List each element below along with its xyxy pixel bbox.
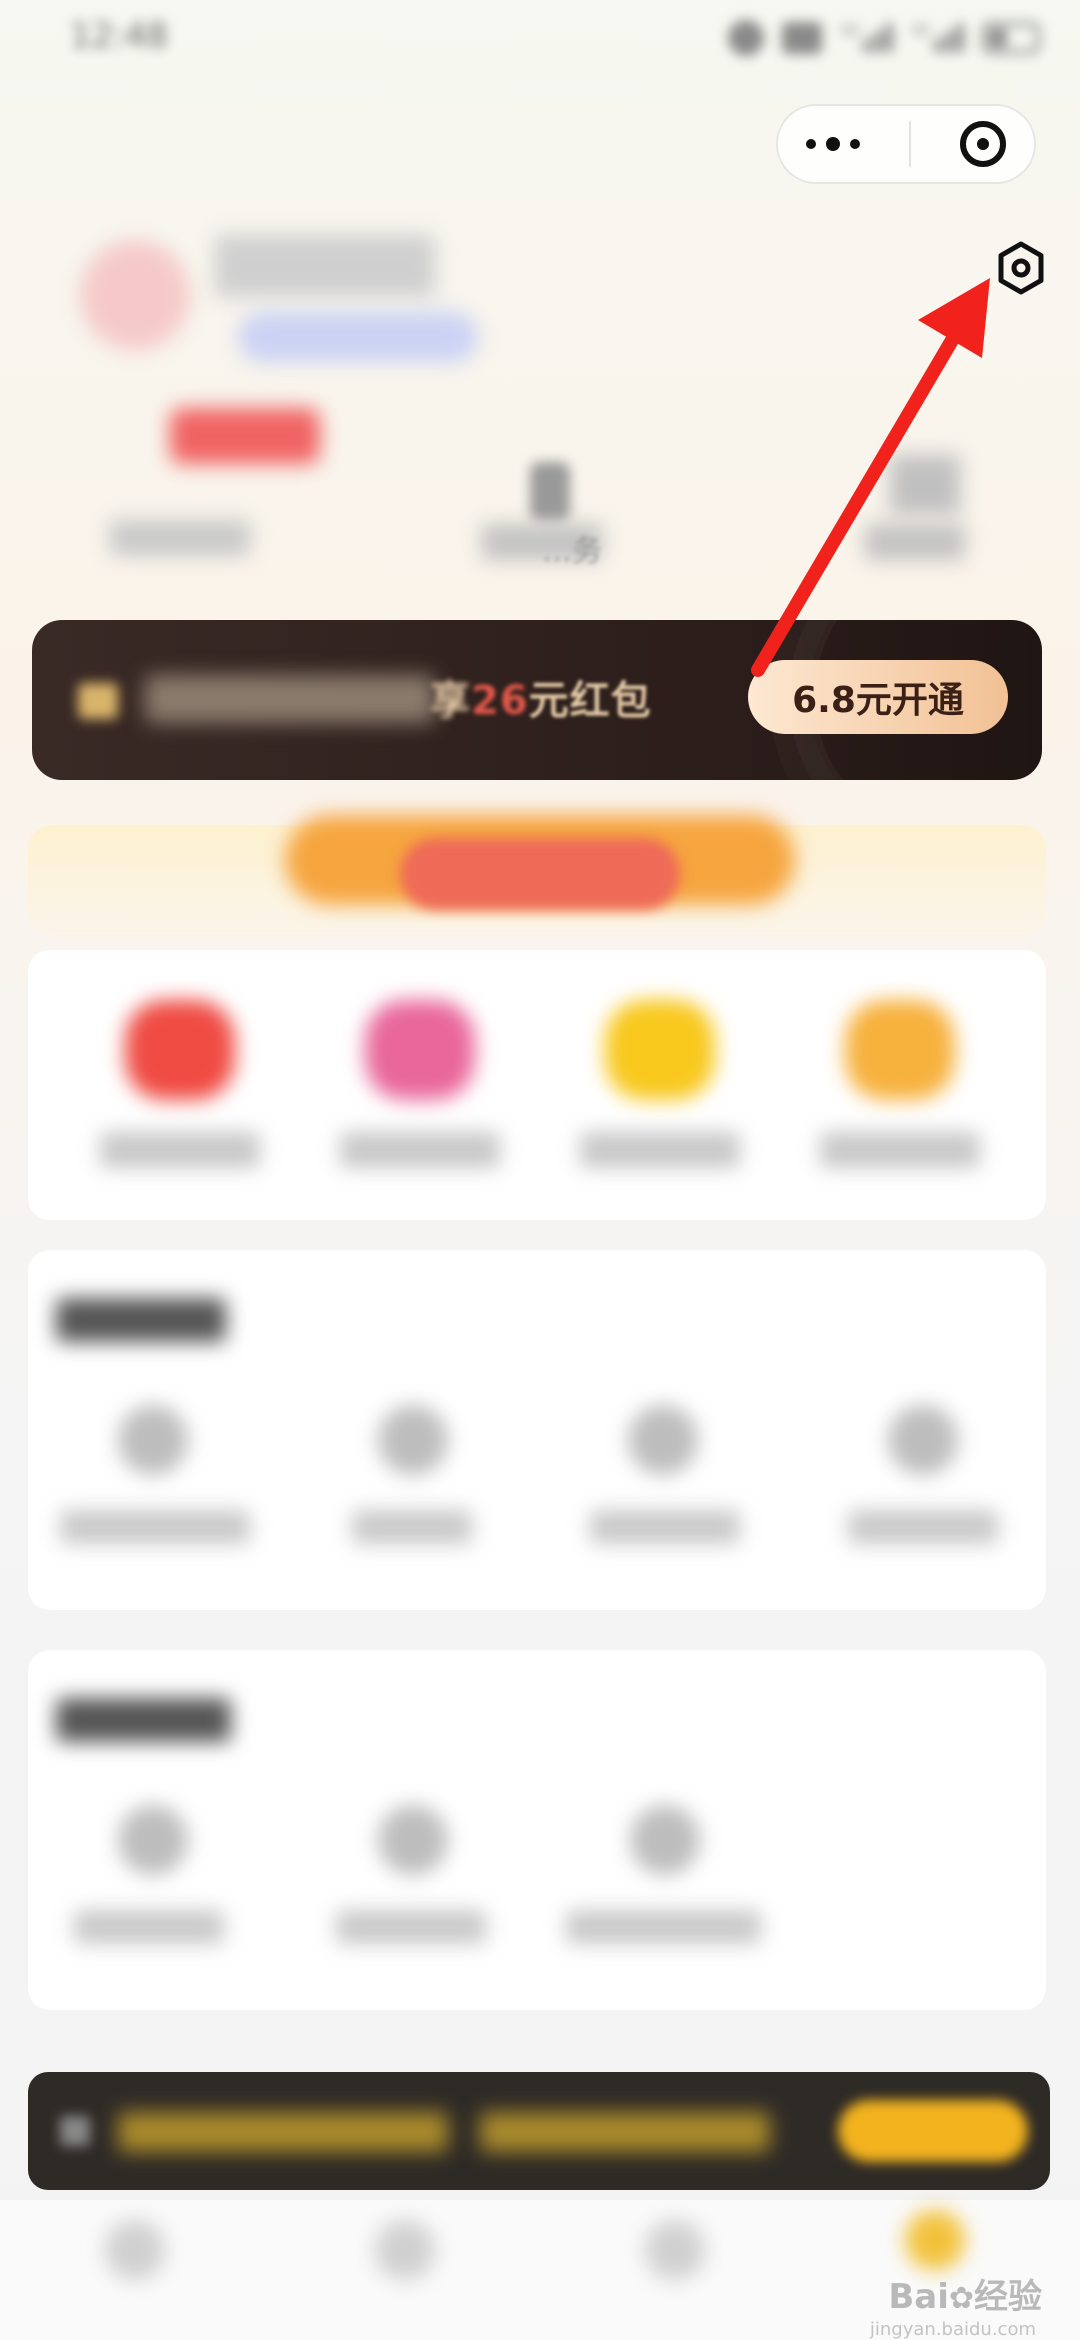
annotation-arrow: [751, 278, 990, 677]
baidu-watermark: Bai✿经验: [888, 2277, 1042, 2317]
watermark-url: jingyan.baidu.com: [869, 2319, 1036, 2340]
